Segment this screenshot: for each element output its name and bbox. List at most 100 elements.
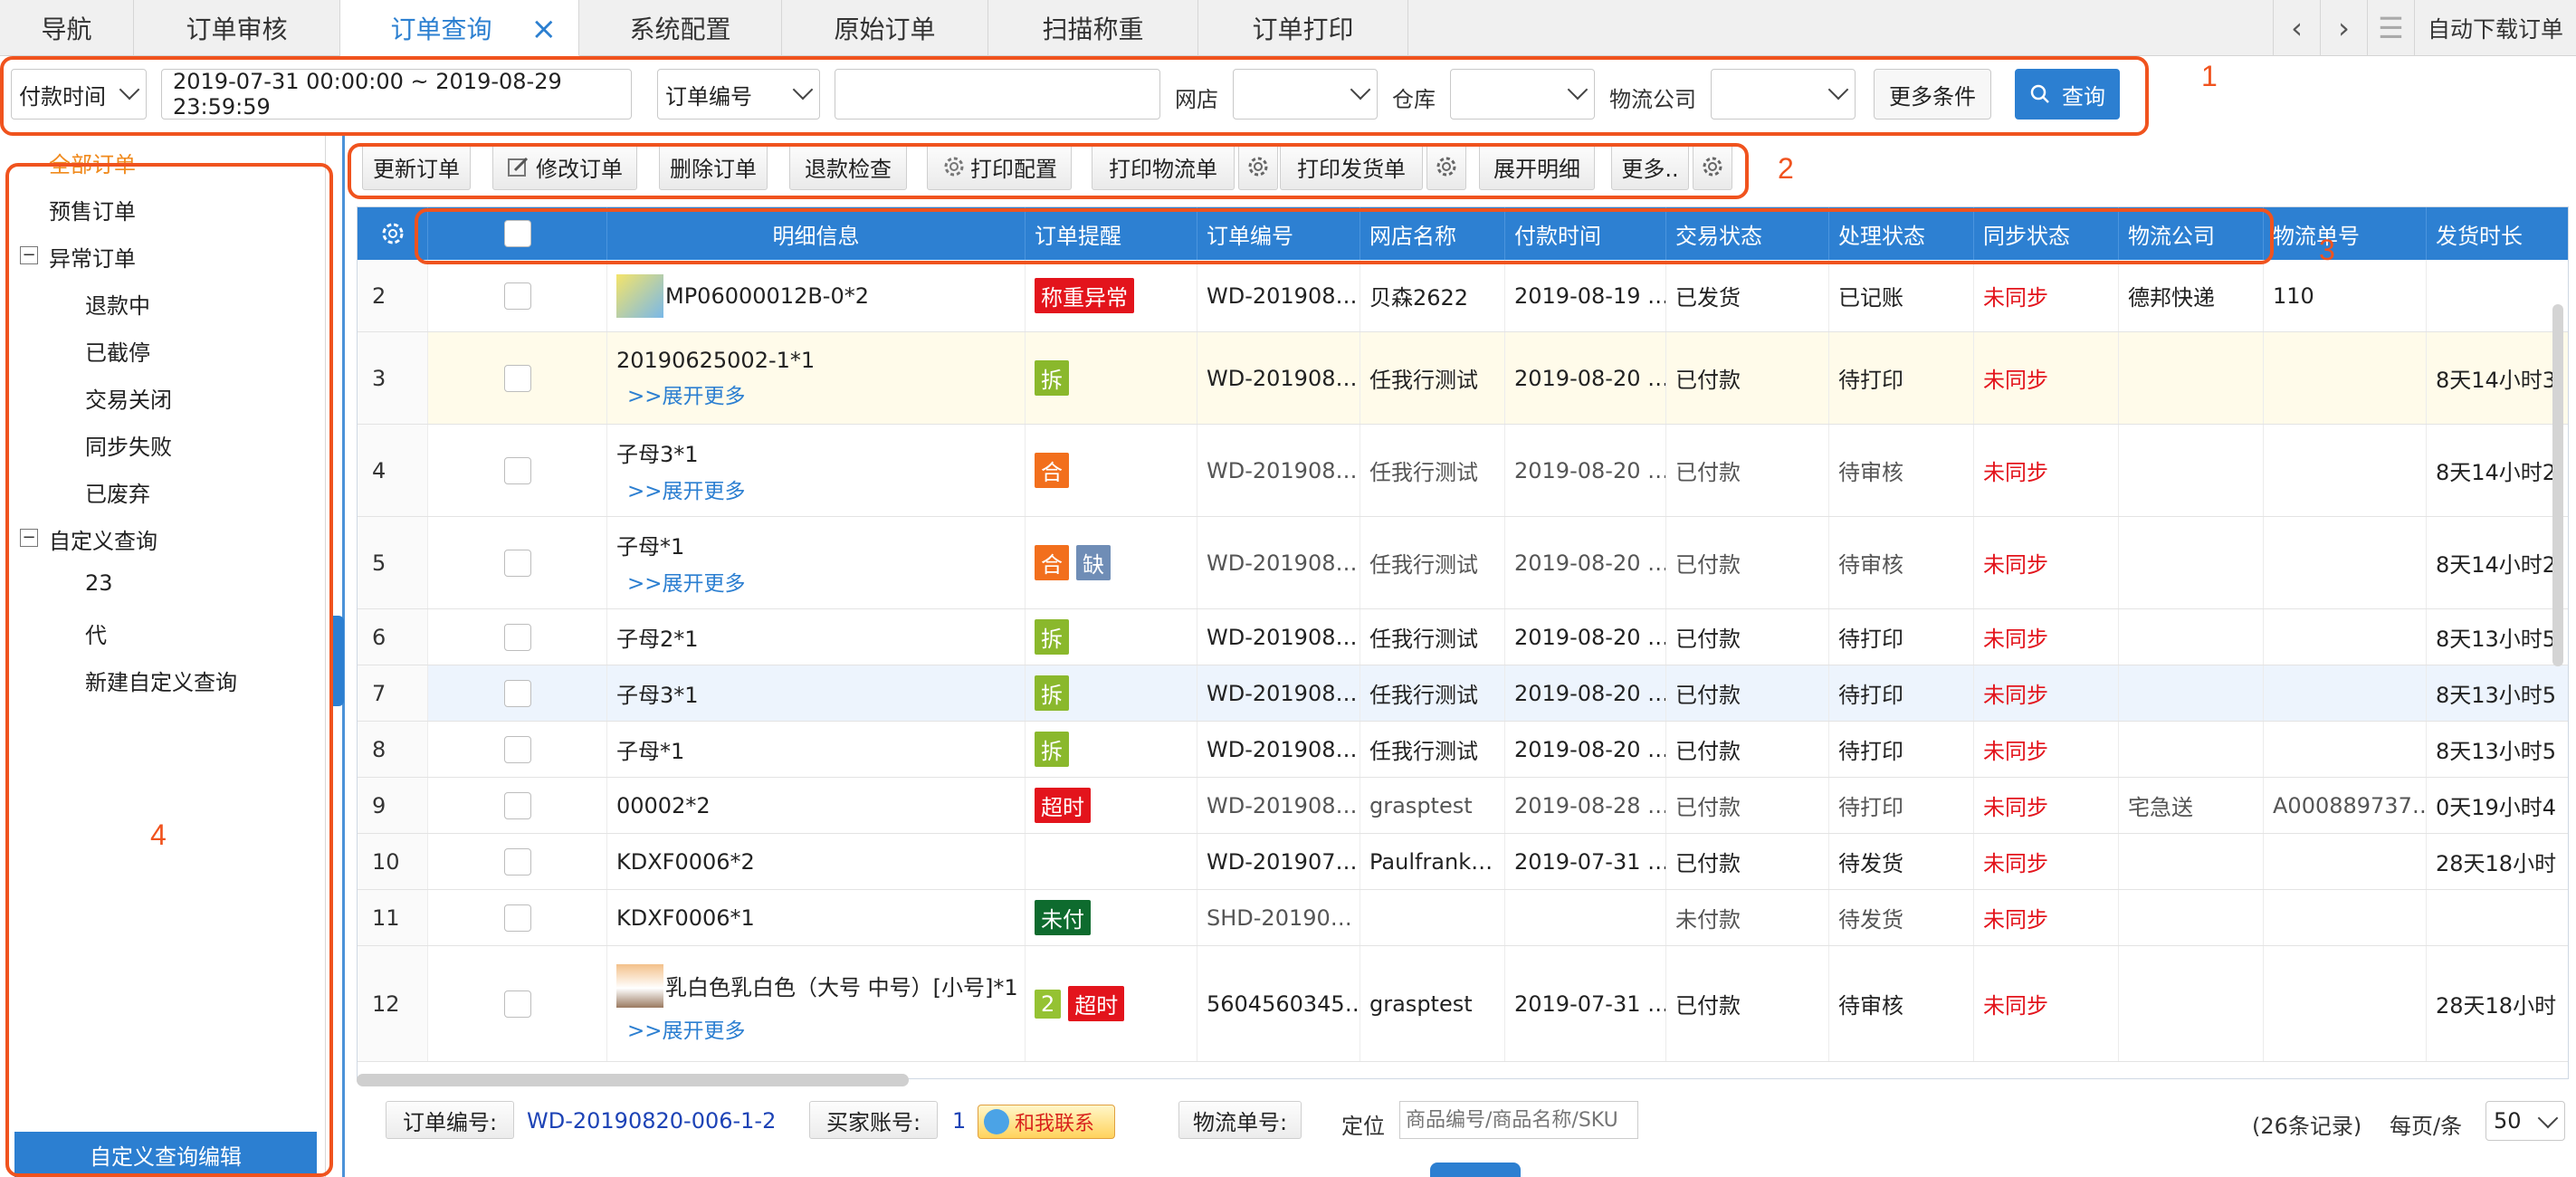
- tracking-number: [2264, 834, 2427, 889]
- reminder-cell: 合缺: [1026, 517, 1197, 608]
- table-row[interactable]: 4 子母3*1 >>展开更多 合 WD-201908… 任我行测试 2019-08-20 ……: [358, 425, 2568, 517]
- row-checkbox[interactable]: [503, 679, 531, 707]
- shop-name: Paulfrank…: [1360, 834, 1505, 889]
- logistics-company: [2119, 609, 2264, 665]
- product-thumbnail[interactable]: [616, 963, 663, 1008]
- row-select-cell: [428, 260, 607, 331]
- row-checkbox[interactable]: [503, 282, 531, 310]
- row-checkbox[interactable]: [503, 735, 531, 763]
- shop-name: 贝森2622: [1360, 260, 1505, 331]
- per-page-select[interactable]: 50: [2485, 1101, 2565, 1141]
- sync-status: 未同步: [1974, 722, 2119, 777]
- locate-label: 定位: [1341, 1114, 1385, 1139]
- row-index: 4: [358, 425, 428, 516]
- row-checkbox[interactable]: [503, 549, 531, 577]
- ship-duration: [2427, 260, 2568, 331]
- vertical-scrollbar[interactable]: [2552, 304, 2563, 666]
- chevron-right-icon[interactable]: ›: [2319, 0, 2367, 56]
- row-select-cell: [428, 332, 607, 424]
- row-select-cell: [428, 517, 607, 608]
- product-detail: 子母2*1: [616, 627, 699, 652]
- contact-button[interactable]: 和我联系: [978, 1105, 1115, 1139]
- row-index: 8: [358, 722, 428, 777]
- status-badge: 超时: [1035, 788, 1091, 823]
- chevron-left-icon[interactable]: ‹: [2272, 0, 2320, 56]
- ship-duration: 8天13小时5: [2427, 609, 2568, 665]
- order-number: 5604560345…: [1197, 946, 1360, 1061]
- chevron-down-icon: [2537, 1107, 2559, 1129]
- horizontal-scrollbar[interactable]: [357, 1074, 909, 1086]
- tab-scan-weigh[interactable]: 扫描称重: [988, 0, 1198, 56]
- status-badge: 拆: [1035, 675, 1069, 711]
- order-number: SHD-20190…: [1197, 890, 1360, 945]
- tracking-number: [2264, 890, 2427, 945]
- column-header[interactable]: 物流单号: [2264, 207, 2427, 260]
- footer-collapse-handle[interactable]: [1430, 1163, 1521, 1177]
- table-row[interactable]: 10 KDXF0006*2 WD-201907… Paulfrank… 2019-07-…: [358, 834, 2568, 890]
- detail-cell: 子母*1 >>展开更多: [607, 517, 1026, 608]
- detail-line: 子母*1: [616, 733, 684, 765]
- table-row[interactable]: 12 乳白色乳白色（大号 中号）[小号]*1 >>展开更多 2 超时 5604560345…: [358, 946, 2568, 1062]
- auto-download-button[interactable]: 自动下载订单: [2413, 0, 2576, 56]
- tab-order-print[interactable]: 订单打印: [1198, 0, 1408, 56]
- tab-order-review[interactable]: 订单审核: [134, 0, 340, 56]
- close-icon[interactable]: ×: [531, 11, 558, 47]
- status-badge: 未付: [1035, 900, 1091, 935]
- expand-more-link[interactable]: >>展开更多: [627, 1013, 746, 1044]
- table-row[interactable]: 11 KDXF0006*1 未付 SHD-20190… 未付款 待发货 未同步: [358, 890, 2568, 946]
- list-menu-icon[interactable]: ☰: [2366, 0, 2414, 56]
- column-header[interactable]: 发货时长: [2427, 207, 2568, 260]
- table-row[interactable]: 2 MP06000012B-0*2 称重异常 WD-201908… 贝森2622 2019…: [358, 260, 2568, 332]
- table-row[interactable]: 3 20190625002-1*1 >>展开更多拆 WD-201908… 任我行测试 20…: [358, 332, 2568, 425]
- row-checkbox[interactable]: [503, 791, 531, 819]
- process-status: 待发货: [1829, 890, 1974, 945]
- trade-status: 已付款: [1666, 425, 1829, 516]
- row-checkbox[interactable]: [503, 847, 531, 876]
- pay-time: 2019-07-31 …: [1505, 834, 1666, 889]
- pay-time: 2019-08-28 …: [1505, 778, 1666, 833]
- table-row[interactable]: 9 00002*2 超时 WD-201908… grasptest 2019-08-28 …: [358, 778, 2568, 834]
- orders-table: 明细信息 订单提醒 订单编号 网店名称 付款时间 交易状态 处理状态 同步状态 …: [357, 206, 2569, 1079]
- reminder-cell: 合: [1026, 425, 1197, 516]
- buyer-value[interactable]: 1: [952, 1108, 966, 1134]
- product-detail: 00002*2: [616, 792, 711, 818]
- expand-more-link[interactable]: >>展开更多: [627, 474, 746, 504]
- row-index: 9: [358, 778, 428, 833]
- tracking-number: [2264, 609, 2427, 665]
- detail-line: KDXF0006*1: [616, 905, 755, 931]
- logistics-company: 宅急送: [2119, 778, 2264, 833]
- expand-more-link[interactable]: >>展开更多: [627, 566, 746, 597]
- record-count: (26条记录): [2252, 1114, 2362, 1139]
- sidebar-collapse-handle[interactable]: [331, 616, 344, 706]
- row-checkbox[interactable]: [503, 456, 531, 484]
- table-row[interactable]: 7 子母3*1 拆 WD-201908… 任我行测试 2019-08-20 … 已付款 待打印…: [358, 665, 2568, 722]
- reminder-cell: 未付: [1026, 890, 1197, 945]
- expand-more-link[interactable]: >>展开更多: [627, 378, 746, 409]
- product-detail: MP06000012B-0*2: [665, 282, 869, 309]
- reminder-cell: 拆: [1026, 665, 1197, 721]
- row-checkbox[interactable]: [503, 904, 531, 932]
- row-checkbox[interactable]: [503, 364, 531, 392]
- tracking-number: A000889737…: [2264, 778, 2427, 833]
- tab-raw-orders[interactable]: 原始订单: [782, 0, 988, 56]
- locate-input[interactable]: [1399, 1101, 1638, 1139]
- row-index: 6: [358, 609, 428, 665]
- row-checkbox[interactable]: [503, 623, 531, 651]
- tab-system-config[interactable]: 系统配置: [579, 0, 782, 56]
- table-row[interactable]: 6 子母2*1 拆 WD-201908… 任我行测试 2019-08-20 … 已付款 待打印…: [358, 609, 2568, 665]
- row-checkbox[interactable]: [503, 990, 531, 1018]
- order-no-value[interactable]: WD-20190820-006-1-2: [527, 1108, 776, 1134]
- detail-line: 子母3*1: [616, 436, 699, 468]
- tab-order-query[interactable]: 订单查询 ×: [340, 0, 579, 56]
- status-badge: 拆: [1035, 619, 1069, 655]
- detail-cell: KDXF0006*1: [607, 890, 1026, 945]
- table-row[interactable]: 5 子母*1 >>展开更多合缺 WD-201908… 任我行测试 2019-08-20 ……: [358, 517, 2568, 609]
- ship-duration: 8天13小时5: [2427, 722, 2568, 777]
- tab-navigation[interactable]: 导航: [0, 0, 134, 56]
- tracking-number: [2264, 946, 2427, 1061]
- process-status: 待审核: [1829, 517, 1974, 608]
- table-row[interactable]: 8 子母*1 拆 WD-201908… 任我行测试 2019-08-20 … 已付款 待打印未…: [358, 722, 2568, 778]
- row-index: 3: [358, 332, 428, 424]
- trade-status: 已付款: [1666, 722, 1829, 777]
- product-thumbnail[interactable]: [616, 273, 663, 318]
